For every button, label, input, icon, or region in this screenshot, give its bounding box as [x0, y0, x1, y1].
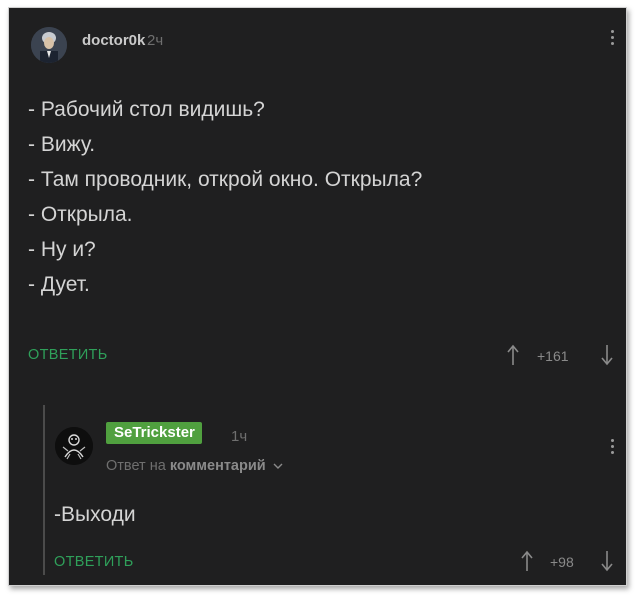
avatar-doctor0k[interactable] — [31, 27, 67, 63]
avatar-setrickster[interactable] — [55, 427, 93, 465]
comment-line: - Дует. — [28, 273, 90, 296]
reply-to-target[interactable]: комментарий — [170, 458, 266, 474]
chevron-down-icon[interactable] — [273, 462, 283, 470]
comment-line: - Вижу. — [28, 133, 96, 156]
comment-line: - Ну и? — [28, 238, 96, 261]
comment-line: - Открыла. — [28, 203, 133, 226]
reply-to-link[interactable]: Ответ на комментарий — [106, 458, 283, 474]
thread-line — [43, 405, 45, 575]
downvote-arrow-icon[interactable] — [600, 344, 614, 366]
comment-body: - Рабочий стол видишь? - Вижу. - Там про… — [28, 92, 422, 302]
author-badge[interactable]: SeTrickster — [106, 422, 202, 444]
comment-line: - Рабочий стол видишь? — [28, 98, 265, 121]
reply-time: 1ч — [231, 428, 248, 445]
post-time: 2ч — [147, 32, 164, 49]
downvote-arrow-icon[interactable] — [600, 550, 614, 572]
comment-thread: doctor0k 2ч - Рабочий стол видишь? - Виж… — [8, 7, 627, 586]
rating-count: +161 — [537, 348, 569, 364]
reply-button[interactable]: ОТВЕТИТЬ — [54, 554, 134, 570]
reply-button[interactable]: ОТВЕТИТЬ — [28, 347, 108, 363]
upvote-arrow-icon[interactable] — [520, 550, 534, 572]
reply-to-prefix: Ответ на — [106, 458, 166, 474]
more-vertical-icon[interactable] — [611, 30, 615, 48]
rating-count: +98 — [550, 554, 574, 570]
upvote-arrow-icon[interactable] — [506, 344, 520, 366]
more-vertical-icon[interactable] — [611, 439, 615, 457]
reply-body: -Выходи — [54, 503, 136, 526]
comment-line: - Там проводник, открой окно. Открыла? — [28, 168, 423, 191]
author-name[interactable]: doctor0k — [82, 32, 145, 49]
